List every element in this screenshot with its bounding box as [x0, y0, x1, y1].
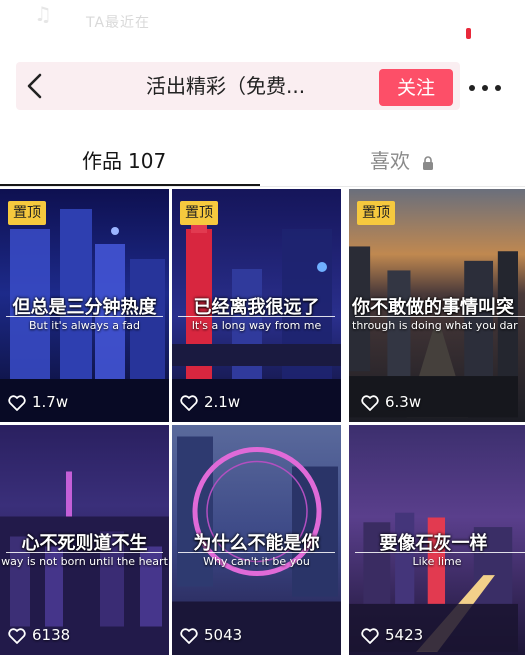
notification-indicator [466, 28, 471, 39]
like-count: 5043 [180, 624, 242, 646]
more-options-button[interactable] [467, 74, 503, 102]
video-card[interactable]: 置顶 但总是三分钟热度 But it's always a fad 1.7w [0, 189, 169, 422]
tab-works[interactable]: 作品 107 [82, 146, 166, 176]
video-card[interactable]: 置顶 你不敢做的事情叫突 through is doing what you d… [349, 189, 525, 422]
heart-icon [361, 627, 379, 644]
like-count-value: 1.7w [32, 393, 69, 411]
heart-icon [361, 394, 379, 411]
caption-divider [6, 552, 163, 553]
back-button[interactable] [18, 68, 54, 104]
video-caption-english: It's a long way from me [191, 319, 322, 332]
heart-icon [180, 394, 198, 411]
video-card[interactable]: 为什么不能是你 Why can't it be you 5043 [172, 425, 341, 655]
status-ghost-text: TA最近在 [86, 15, 151, 31]
like-count: 6.3w [361, 391, 421, 413]
caption-divider [178, 316, 335, 317]
like-count-value: 6.3w [385, 393, 422, 411]
like-count-value: 5043 [204, 626, 243, 644]
profile-tabs: 作品 107 喜欢 [0, 138, 525, 187]
more-dot-icon [482, 85, 488, 91]
heart-icon [180, 627, 198, 644]
video-card[interactable]: 要像石灰一样 Like lime 5423 [349, 425, 525, 655]
like-count-value: 2.1w [204, 393, 241, 411]
more-dot-icon [495, 85, 501, 91]
pinned-badge: 置顶 [357, 201, 395, 225]
profile-header: 活出精彩（免费... 关注 [16, 62, 460, 110]
like-count: 6138 [8, 624, 70, 646]
heart-icon [8, 627, 26, 644]
music-note-icon: ♫ [34, 2, 52, 26]
video-card[interactable]: 置顶 已经离我很远了 It's a long way from me 2.1w [172, 189, 341, 422]
like-count: 5423 [361, 624, 423, 646]
caption-divider [355, 316, 525, 317]
back-arrow-icon [27, 73, 42, 99]
like-count: 2.1w [180, 391, 240, 413]
video-caption-english: But it's always a fad [28, 319, 141, 332]
like-count-value: 5423 [385, 626, 424, 644]
page-title: 活出精彩（免费... [146, 74, 306, 98]
pinned-badge: 置顶 [8, 201, 46, 225]
video-caption-english: Like lime [412, 555, 462, 568]
follow-button[interactable]: 关注 [379, 69, 453, 106]
video-caption-english: Why can't it be you [203, 555, 310, 568]
like-count-value: 6138 [32, 626, 71, 644]
tab-works-count: 107 [128, 149, 167, 173]
caption-divider [6, 316, 163, 317]
tab-likes[interactable]: 喜欢 [370, 146, 434, 176]
caption-divider [355, 552, 525, 553]
tab-works-label: 作品 [82, 149, 122, 173]
video-caption-english: through is doing what you dar [352, 319, 518, 332]
lock-icon [423, 155, 434, 170]
pinned-badge: 置顶 [180, 201, 218, 225]
like-count: 1.7w [8, 391, 68, 413]
caption-divider [178, 552, 335, 553]
tabs-divider [0, 186, 525, 187]
video-card[interactable]: 心不死则道不生 way is not born until the heart … [0, 425, 169, 655]
video-caption-english: way is not born until the heart [1, 555, 168, 568]
status-area: ♫ TA最近在 [30, 0, 230, 40]
more-dot-icon [469, 85, 475, 91]
tab-likes-label: 喜欢 [370, 149, 410, 173]
heart-icon [8, 394, 26, 411]
